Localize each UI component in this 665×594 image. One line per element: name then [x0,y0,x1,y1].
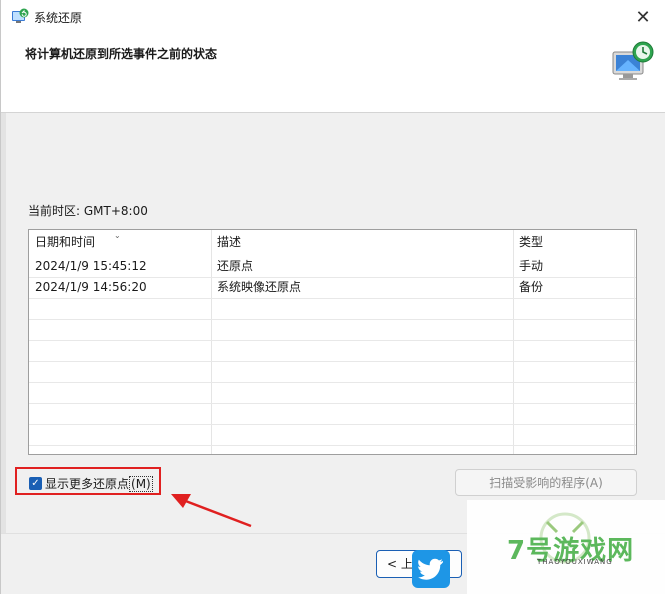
page-title: 将计算机还原到所选事件之前的状态 [25,47,218,61]
checkmark-icon: ✓ [31,478,40,489]
show-more-label[interactable]: 显示更多还原点 (M) [45,475,153,492]
sort-descending-icon: ⌄ [114,231,121,240]
bird-icon [418,558,443,580]
column-header-description[interactable]: 描述 [211,230,513,253]
close-button[interactable]: ✕ [620,0,665,34]
row-date: 2024/1/9 14:56:20 [35,280,147,294]
row-description: 系统映像还原点 [217,280,302,294]
row-divider [29,424,636,425]
table-row[interactable]: 2024/1/9 14:56:20 系统映像还原点 备份 [29,277,636,298]
row-type: 备份 [519,280,544,294]
left-edge [1,113,6,533]
red-arrow-annotation [171,494,252,528]
header-panel: 将计算机还原到所选事件之前的状态 [1,34,665,113]
table-row[interactable]: 2024/1/9 15:45:12 还原点 手动 [29,256,636,277]
restore-point-list[interactable]: 日期和时间 ⌄ 描述 类型 2024/1/9 15:45:12 还原点 手动 2… [28,229,637,455]
row-divider [29,382,636,383]
row-divider [29,298,636,299]
column-header-type[interactable]: 类型 [513,230,635,253]
timezone-label: 当前时区: GMT+8:00 [28,204,148,218]
row-divider [29,361,636,362]
close-icon: ✕ [635,6,651,28]
accelerator-key: (M) [129,476,153,492]
row-description: 还原点 [217,259,254,273]
show-more-checkbox[interactable]: ✓ [29,477,42,490]
title-bar: 系统还原 ✕ [1,0,665,34]
column-header-date[interactable]: 日期和时间 ⌄ [29,230,211,253]
system-restore-icon [12,8,29,23]
row-divider [29,340,636,341]
row-divider [29,445,636,446]
row-type: 手动 [519,259,544,273]
monitor-restore-icon [612,41,654,80]
twitter-icon [412,550,450,588]
watermark-subtext: THAOYOUXIWANG [537,558,613,566]
row-date: 2024/1/9 15:45:12 [35,259,147,273]
row-divider [29,319,636,320]
window-title: 系统还原 [34,11,83,25]
highlight-box: ✓ 显示更多还原点 (M) [15,467,161,495]
row-divider [29,403,636,404]
scan-affected-programs-button[interactable]: 扫描受影响的程序(A) [455,469,637,496]
site-watermark: 7号游戏网 THAOYOUXIWANG [467,500,665,594]
system-restore-window: 系统还原 ✕ 将计算机还原到所选事件之前的状态 当前时区: GMT+8:00 日… [0,0,665,594]
